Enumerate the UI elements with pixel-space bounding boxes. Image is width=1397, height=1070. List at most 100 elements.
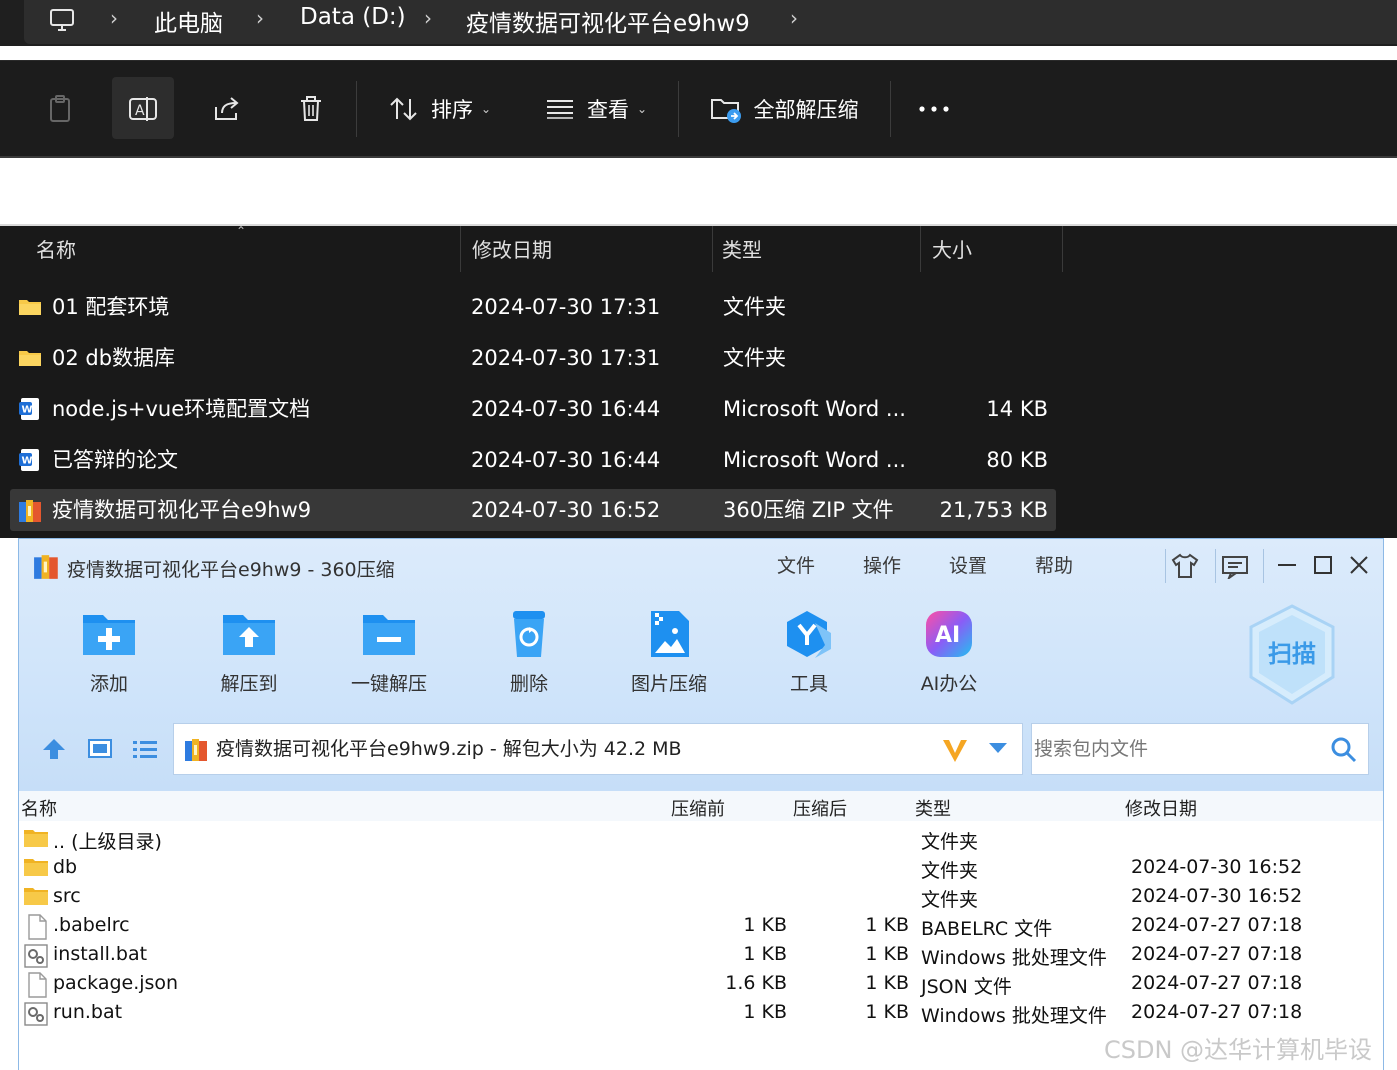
extract-all-button[interactable]: 全部解压缩 xyxy=(706,61,862,157)
message-icon xyxy=(1222,556,1248,581)
svg-text:A: A xyxy=(135,103,145,119)
image-compress-button[interactable]: 图片压缩 xyxy=(619,609,719,696)
menu-operations[interactable]: 操作 xyxy=(863,551,901,578)
archive-row[interactable]: src 文件夹 2024-07-30 16:52 xyxy=(19,883,1383,912)
file-size: 80 KB xyxy=(986,448,1048,472)
entry-name: install.bat xyxy=(53,943,148,965)
skin-button[interactable] xyxy=(1171,553,1199,585)
maximize-button[interactable] xyxy=(1313,553,1333,583)
list-view-button[interactable] xyxy=(131,737,159,765)
file-type: Microsoft Word ... xyxy=(723,448,906,472)
column-header-size[interactable]: 大小 xyxy=(932,226,972,272)
breadcrumb-drive[interactable]: Data (D:) xyxy=(300,4,406,30)
rename-button[interactable]: A xyxy=(122,61,164,157)
thumbnail-view-button[interactable] xyxy=(87,737,113,765)
column-header-modified[interactable]: 修改日期 xyxy=(1125,795,1197,821)
batch-file-icon xyxy=(23,943,49,973)
command-bar: A 排序 ⌄ 查看 ⌄ 全部解压缩 xyxy=(0,60,1397,156)
column-header-type[interactable]: 类型 xyxy=(915,795,951,821)
sort-icon xyxy=(389,95,419,123)
archive-path-field[interactable]: 疫情数据可视化平台e9hw9.zip - 解包大小为 42.2 MB xyxy=(173,723,1023,775)
archive-row[interactable]: .. (上级目录) 文件夹 xyxy=(19,825,1383,854)
entry-size-before: 1 KB xyxy=(743,1001,787,1023)
paste-button[interactable] xyxy=(40,61,80,157)
entry-type: JSON 文件 xyxy=(921,976,1012,998)
dropdown-arrow-icon[interactable] xyxy=(988,740,1008,759)
column-header-name[interactable]: 名称 xyxy=(21,795,57,821)
file-row[interactable]: W 已答辩的论文 2024-07-30 16:44 Microsoft Word… xyxy=(10,439,1056,481)
column-header-size-after[interactable]: 压缩后 xyxy=(793,795,847,821)
chevron-right-icon[interactable]: › xyxy=(256,6,264,30)
svg-text:W: W xyxy=(22,456,33,467)
entry-size-after: 1 KB xyxy=(865,972,909,994)
archive-path-text: 疫情数据可视化平台e9hw9.zip - 解包大小为 42.2 MB xyxy=(216,738,682,760)
window-title: 疫情数据可视化平台e9hw9 - 360压缩 xyxy=(67,559,395,581)
chevron-right-icon[interactable]: › xyxy=(424,6,432,30)
minimize-button[interactable] xyxy=(1277,553,1297,583)
menu-file[interactable]: 文件 xyxy=(777,551,815,578)
path-row: 疫情数据可视化平台e9hw9.zip - 解包大小为 42.2 MB 搜索包内文… xyxy=(19,723,1383,777)
ai-office-button[interactable]: AI AI办公 xyxy=(899,609,999,696)
archive-search-input[interactable]: 搜索包内文件 xyxy=(1031,723,1369,775)
chevron-right-icon[interactable]: › xyxy=(110,6,118,30)
delete-button[interactable] xyxy=(290,61,332,157)
delete-button[interactable]: 删除 xyxy=(479,609,579,696)
sort-button[interactable]: 排序 ⌄ xyxy=(384,61,496,157)
v-checkmark-icon[interactable] xyxy=(940,736,970,768)
add-button[interactable]: 添加 xyxy=(59,609,159,696)
shirt-icon xyxy=(1171,553,1199,578)
column-divider[interactable] xyxy=(920,226,921,272)
menu-settings[interactable]: 设置 xyxy=(949,551,987,578)
archive-row[interactable]: package.json 1.6 KB 1 KB JSON 文件 2024-07… xyxy=(19,970,1383,999)
column-header-size-before[interactable]: 压缩前 xyxy=(671,795,725,821)
ai-office-icon: AI xyxy=(899,609,999,659)
tools-button[interactable]: 工具 xyxy=(759,609,859,696)
close-button[interactable] xyxy=(1349,553,1369,583)
computer-icon[interactable] xyxy=(48,6,76,38)
view-button[interactable]: 查看 ⌄ xyxy=(540,61,652,157)
column-divider[interactable] xyxy=(712,226,713,272)
breadcrumb-current-folder[interactable]: 疫情数据可视化平台e9hw9 xyxy=(466,4,750,38)
search-placeholder: 搜索包内文件 xyxy=(1034,738,1149,760)
entry-type: 文件夹 xyxy=(921,889,979,911)
file-modified: 2024-07-30 16:44 xyxy=(471,397,661,421)
zip-window: 疫情数据可视化平台e9hw9 - 360压缩 文件 操作 设置 帮助 添加 解压… xyxy=(18,538,1384,1070)
column-header-name[interactable]: 名称 xyxy=(36,226,76,272)
menu-help[interactable]: 帮助 xyxy=(1035,551,1073,578)
thumbnail-view-icon xyxy=(88,739,112,758)
tool-label: AI办公 xyxy=(920,673,978,695)
feedback-button[interactable] xyxy=(1221,555,1249,585)
archive-row[interactable]: install.bat 1 KB 1 KB Windows 批处理文件 2024… xyxy=(19,941,1383,970)
archive-row[interactable]: .babelrc 1 KB 1 KB BABELRC 文件 2024-07-27… xyxy=(19,912,1383,941)
chevron-right-icon[interactable]: › xyxy=(790,6,798,30)
breadcrumb-this-pc[interactable]: 此电脑 xyxy=(154,4,223,38)
details-area xyxy=(0,156,1397,226)
column-header-modified[interactable]: 修改日期 xyxy=(472,226,552,272)
file-row[interactable]: 02 db数据库 2024-07-30 17:31 文件夹 xyxy=(10,337,1056,379)
up-level-button[interactable] xyxy=(41,737,67,765)
watermark: CSDN @达华计算机毕设 xyxy=(1104,1036,1373,1064)
word-doc-icon: W xyxy=(18,397,42,421)
extract-to-button[interactable]: 解压到 xyxy=(199,609,299,696)
entry-size-after: 1 KB xyxy=(865,1001,909,1023)
batch-file-icon xyxy=(23,1001,49,1031)
archive-row[interactable]: db 文件夹 2024-07-30 16:52 xyxy=(19,854,1383,883)
file-row[interactable]: 01 配套环境 2024-07-30 17:31 文件夹 xyxy=(10,286,1056,328)
column-header-type[interactable]: 类型 xyxy=(722,226,762,272)
share-button[interactable] xyxy=(206,61,248,157)
more-options-button[interactable] xyxy=(912,61,956,157)
search-icon[interactable] xyxy=(1330,736,1358,768)
scan-label: 扫描 xyxy=(1268,640,1316,668)
file-row-selected[interactable]: 疫情数据可视化平台e9hw9 2024-07-30 16:52 360压缩 ZI… xyxy=(10,489,1056,531)
toolbar-divider xyxy=(356,81,357,137)
file-row[interactable]: W node.js+vue环境配置文档 2024-07-30 16:44 Mic… xyxy=(10,388,1056,430)
entry-name: run.bat xyxy=(53,1001,123,1023)
one-click-extract-button[interactable]: 一键解压 xyxy=(339,609,439,696)
entry-type: 文件夹 xyxy=(921,860,979,882)
toolbar-divider xyxy=(890,81,891,137)
breadcrumb[interactable]: › 此电脑 › Data (D:) › 疫情数据可视化平台e9hw9 › xyxy=(24,0,1397,44)
column-divider[interactable] xyxy=(460,226,461,272)
archive-row[interactable]: run.bat 1 KB 1 KB Windows 批处理文件 2024-07-… xyxy=(19,999,1383,1028)
scan-button[interactable]: 扫描 xyxy=(1245,603,1339,711)
column-divider[interactable] xyxy=(1062,226,1063,272)
